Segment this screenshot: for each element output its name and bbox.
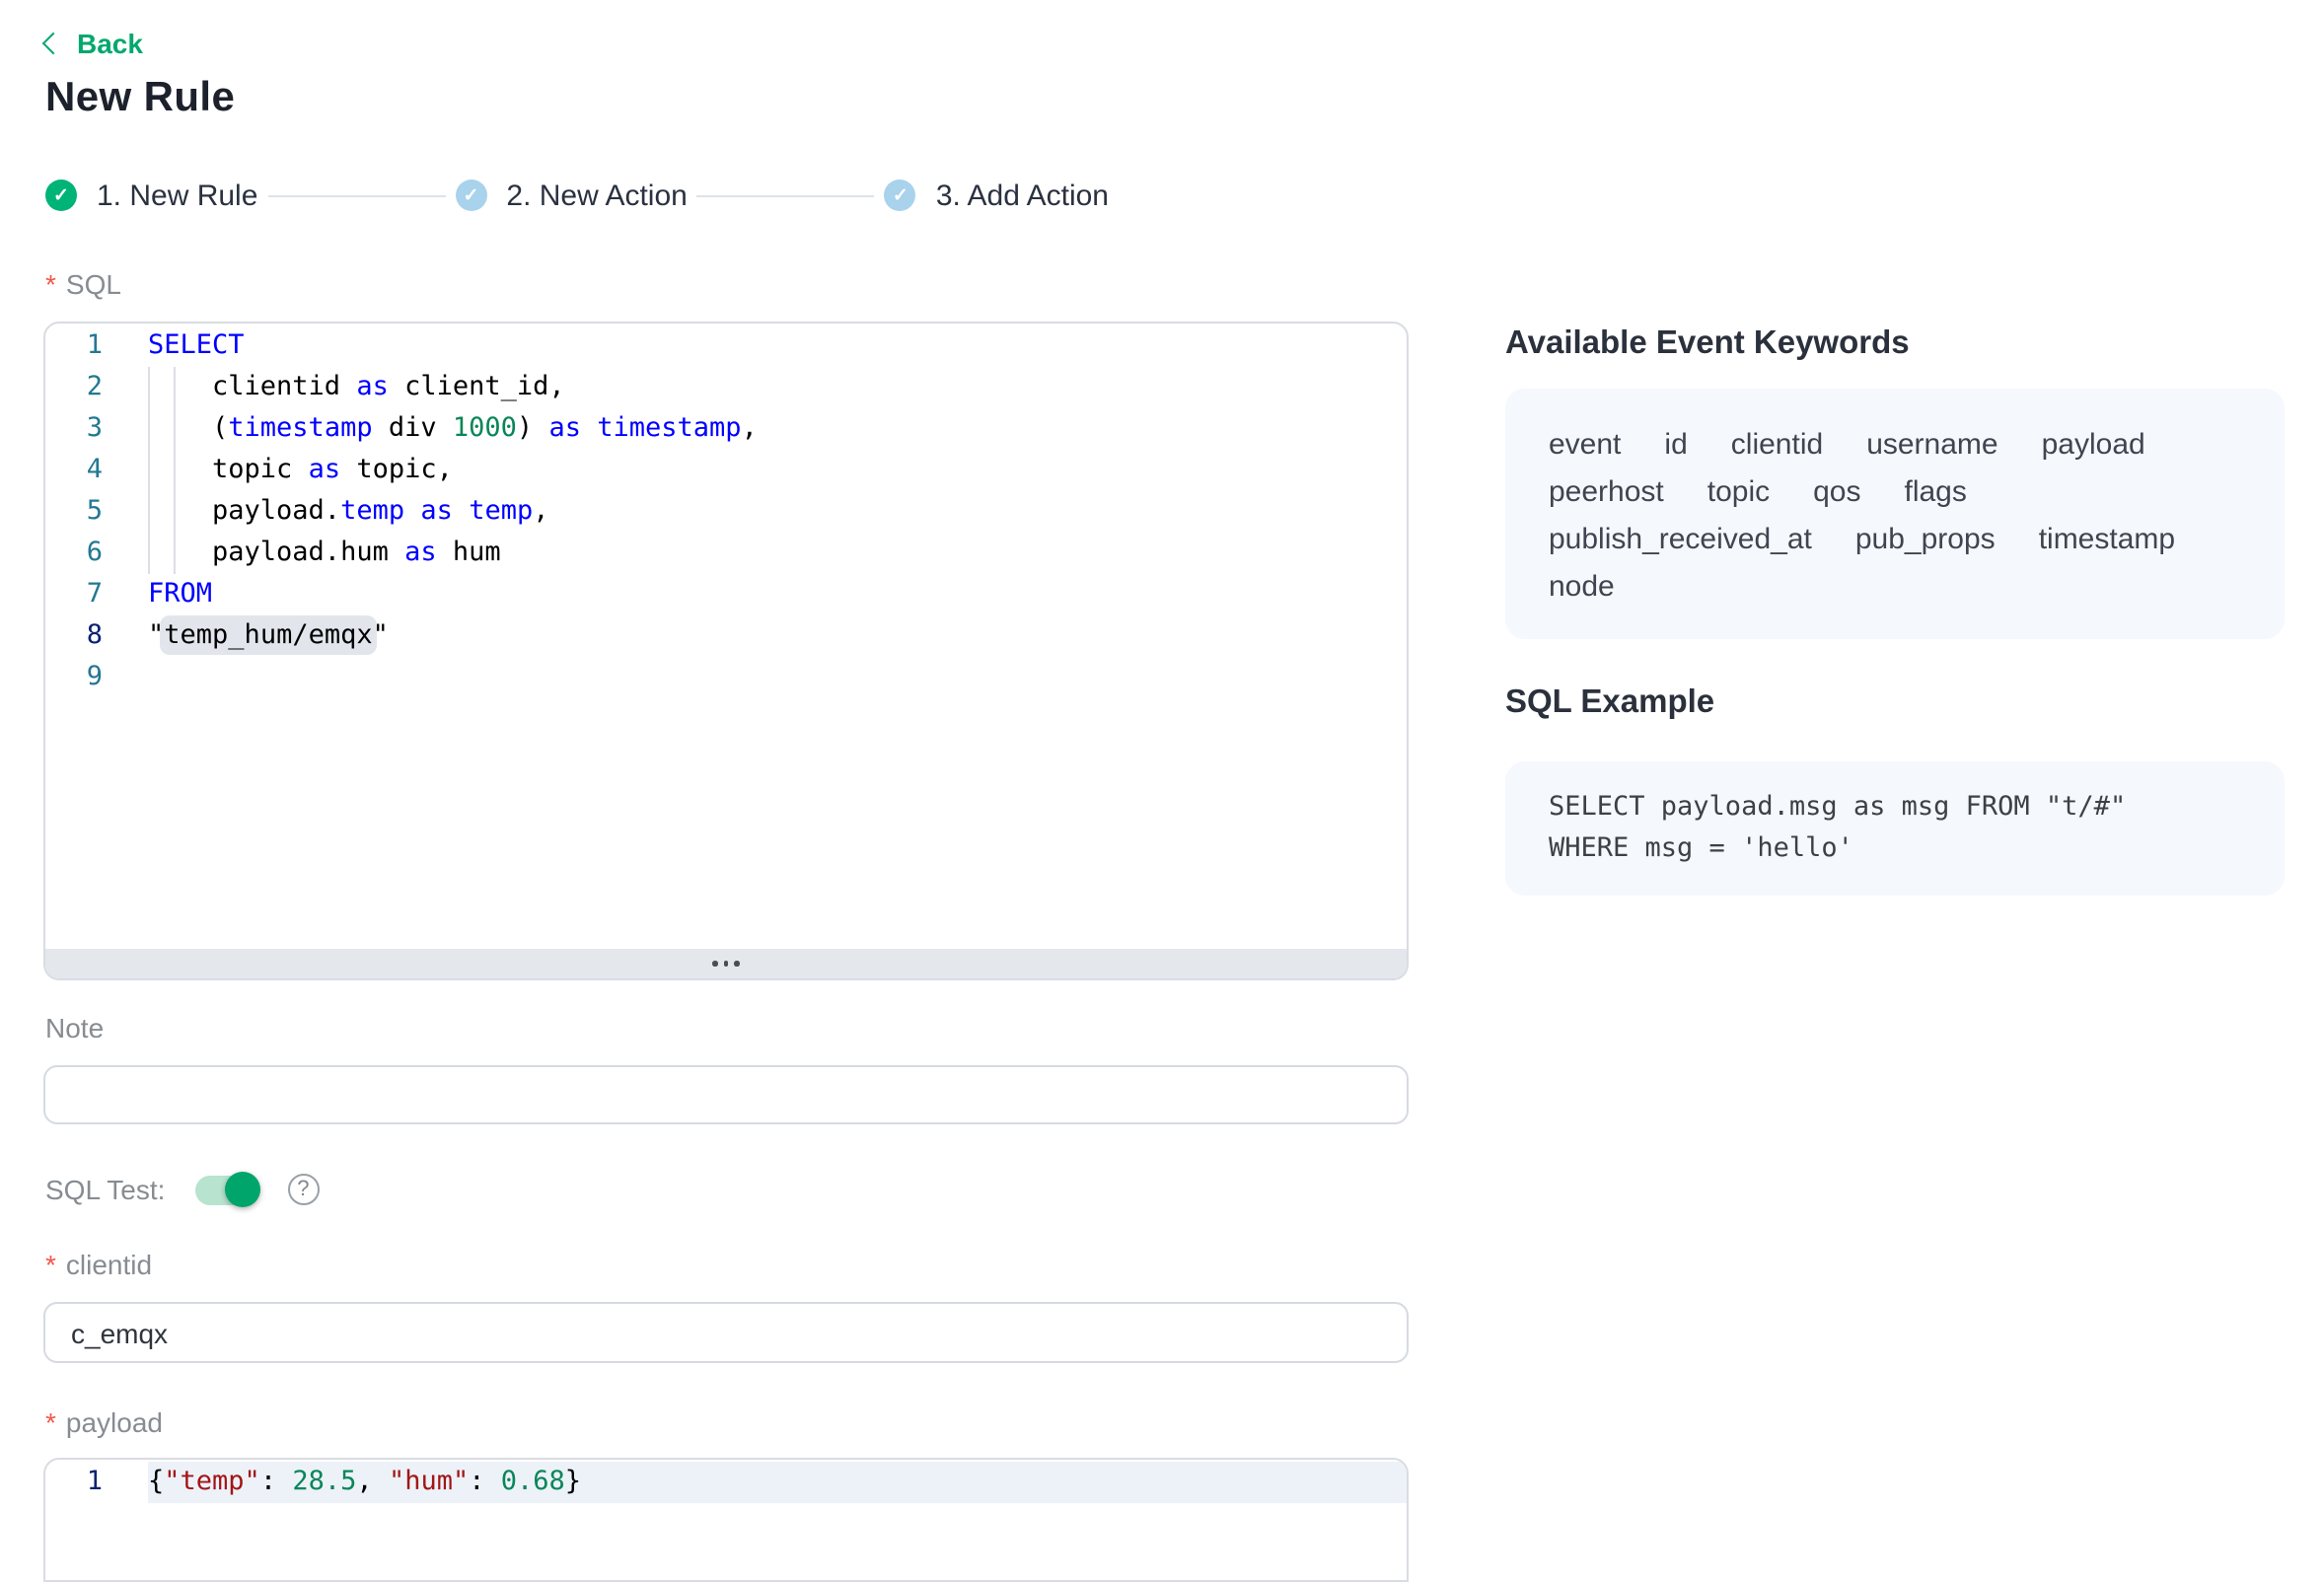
event-keyword: publish_received_at (1549, 517, 1812, 564)
sql-code-area[interactable]: 1SELECT2 clientid as client_id,3 (timest… (45, 324, 1407, 949)
indent-guide (174, 450, 176, 491)
indent-guide (148, 491, 150, 533)
sql-example-title: SQL Example (1505, 684, 1714, 722)
event-keyword: topic (1707, 469, 1770, 517)
note-field-label: Note (45, 1012, 104, 1043)
help-icon[interactable]: ? (287, 1174, 319, 1205)
event-keyword: clientid (1731, 422, 1823, 469)
code-line[interactable]: 1{"temp": 28.5, "hum": 0.68} (45, 1462, 1407, 1503)
indent-guide (174, 408, 176, 450)
step1-label: 1. New Rule (97, 179, 257, 212)
clientid-field-label: * clientid (45, 1249, 152, 1280)
indent-guide (148, 450, 150, 491)
event-keyword: pub_props (1855, 517, 1996, 564)
toggle-knob (224, 1171, 259, 1206)
step-new-action[interactable]: ✓ 2. New Action (455, 179, 687, 212)
event-keyword: qos (1813, 469, 1860, 517)
resize-dot (735, 961, 740, 966)
line-number: 7 (45, 574, 103, 615)
event-keyword: peerhost (1549, 469, 1664, 517)
wizard-steps: ✓ 1. New Rule ✓ 2. New Action ✓ 3. Add A… (45, 180, 1109, 211)
code-line[interactable]: 3 (timestamp div 1000) as timestamp, (45, 408, 1407, 450)
line-number: 2 (45, 367, 103, 408)
code-line[interactable]: 8"temp_hum/emqx" (45, 615, 1407, 657)
code-line[interactable]: 1SELECT (45, 325, 1407, 367)
back-link[interactable]: Back (45, 28, 143, 59)
code-line[interactable]: 6 payload.hum as hum (45, 533, 1407, 574)
resize-dot (712, 961, 717, 966)
sql-test-toggle[interactable] (194, 1175, 257, 1204)
step3-check-icon: ✓ (885, 180, 916, 211)
event-keyword: timestamp (2039, 517, 2175, 564)
indent-guide (174, 491, 176, 533)
indent-guide (148, 408, 150, 450)
sql-test-label: SQL Test: (45, 1174, 165, 1205)
required-asterisk: * (45, 1406, 56, 1438)
event-keyword: event (1549, 422, 1621, 469)
event-keyword: username (1866, 422, 1997, 469)
step-new-rule[interactable]: ✓ 1. New Rule (45, 179, 257, 212)
line-number: 8 (45, 615, 103, 657)
line-number: 5 (45, 491, 103, 533)
note-input[interactable] (43, 1065, 1409, 1124)
code-line[interactable]: 4 topic as topic, (45, 450, 1407, 491)
step-connector (697, 194, 875, 196)
step-connector (267, 194, 445, 196)
chevron-left-icon (42, 33, 65, 55)
line-number: 1 (45, 1462, 103, 1503)
line-number: 1 (45, 325, 103, 367)
indent-guide (174, 533, 176, 574)
event-keyword: id (1664, 422, 1687, 469)
indent-guide (148, 367, 150, 408)
back-label: Back (77, 28, 143, 59)
payload-editor[interactable]: 1{"temp": 28.5, "hum": 0.68} (43, 1458, 1409, 1582)
line-number: 6 (45, 533, 103, 574)
line-number: 4 (45, 450, 103, 491)
step-add-action[interactable]: ✓ 3. Add Action (885, 179, 1109, 212)
step3-label: 3. Add Action (936, 179, 1109, 212)
keyword-row: eventid clientid username payload (1549, 422, 2241, 469)
sql-example-line: SELECT payload.msg as msg FROM "t/#" (1549, 787, 2241, 828)
sql-field-label: * SQL (45, 268, 121, 300)
line-number: 3 (45, 408, 103, 450)
step2-label: 2. New Action (506, 179, 687, 212)
required-asterisk: * (45, 268, 56, 300)
payload-code-area[interactable]: 1{"temp": 28.5, "hum": 0.68} (45, 1460, 1407, 1580)
new-rule-page: Back New Rule ✓ 1. New Rule ✓ 2. New Act… (0, 0, 2324, 1546)
keyword-row: node (1549, 564, 2241, 611)
event-keyword: flags (1905, 469, 1967, 517)
sql-example-line: WHERE msg = 'hello' (1549, 828, 2241, 870)
line-number: 9 (45, 657, 103, 698)
indent-guide (174, 367, 176, 408)
step2-check-icon: ✓ (455, 180, 486, 211)
keyword-row: peerhost topic qos flags (1549, 469, 2241, 517)
keyword-row: publish_received_at pub_props timestamp (1549, 517, 2241, 564)
code-line[interactable]: 5 payload.temp as temp, (45, 491, 1407, 533)
sql-test-row: SQL Test: ? (45, 1172, 319, 1207)
step1-check-icon: ✓ (45, 180, 77, 211)
sql-example-card: SELECT payload.msg as msg FROM "t/#"WHER… (1505, 761, 2285, 896)
clientid-input[interactable] (43, 1302, 1409, 1363)
indent-guide (148, 533, 150, 574)
payload-field-label: * payload (45, 1406, 163, 1438)
event-keyword: node (1549, 564, 1615, 611)
sql-editor[interactable]: 1SELECT2 clientid as client_id,3 (timest… (43, 322, 1409, 980)
code-line[interactable]: 7FROM (45, 574, 1407, 615)
code-line[interactable]: 2 clientid as client_id, (45, 367, 1407, 408)
keywords-card: eventid clientid username payload peerhost to… (1505, 389, 2285, 639)
event-keyword: payload (2042, 422, 2145, 469)
resize-dot (723, 961, 728, 966)
page-title: New Rule (45, 75, 235, 122)
keywords-panel-title: Available Event Keywords (1505, 325, 1910, 363)
code-line[interactable]: 9 (45, 657, 1407, 698)
required-asterisk: * (45, 1249, 56, 1280)
editor-resize-handle[interactable] (45, 949, 1407, 978)
